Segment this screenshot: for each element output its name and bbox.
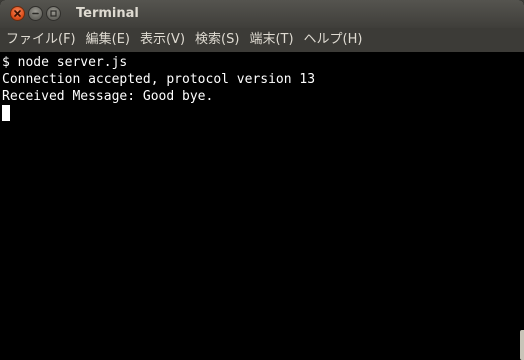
terminal-line: $ node server.js [2, 55, 128, 70]
minimize-button[interactable] [28, 6, 43, 21]
minimize-icon [32, 10, 39, 17]
terminal-line: Received Message: Good bye. [2, 89, 214, 104]
close-icon [14, 10, 21, 17]
terminal-window: Terminal ファイル(F) 編集(E) 表示(V) 検索(S) 端末(T)… [0, 0, 524, 360]
menu-file[interactable]: ファイル(F) [6, 32, 76, 48]
menu-help[interactable]: ヘルプ(H) [304, 32, 363, 48]
close-button[interactable] [10, 6, 25, 21]
menu-terminal[interactable]: 端末(T) [249, 32, 293, 48]
window-title: Terminal [76, 6, 139, 21]
terminal-line: Connection accepted, protocol version 13 [2, 72, 316, 87]
terminal-output[interactable]: $ node server.js Connection accepted, pr… [0, 52, 518, 360]
maximize-button[interactable] [46, 6, 61, 21]
scrollbar[interactable] [518, 52, 524, 360]
prompt-line [2, 105, 518, 122]
title-bar[interactable]: Terminal [0, 0, 524, 28]
maximize-icon [50, 10, 57, 17]
text-cursor [2, 105, 10, 121]
menu-edit[interactable]: 編集(E) [86, 32, 130, 48]
menu-bar: ファイル(F) 編集(E) 表示(V) 検索(S) 端末(T) ヘルプ(H) [0, 28, 524, 52]
menu-search[interactable]: 検索(S) [195, 32, 239, 48]
menu-view[interactable]: 表示(V) [140, 32, 185, 48]
scrollbar-thumb[interactable] [520, 330, 524, 360]
